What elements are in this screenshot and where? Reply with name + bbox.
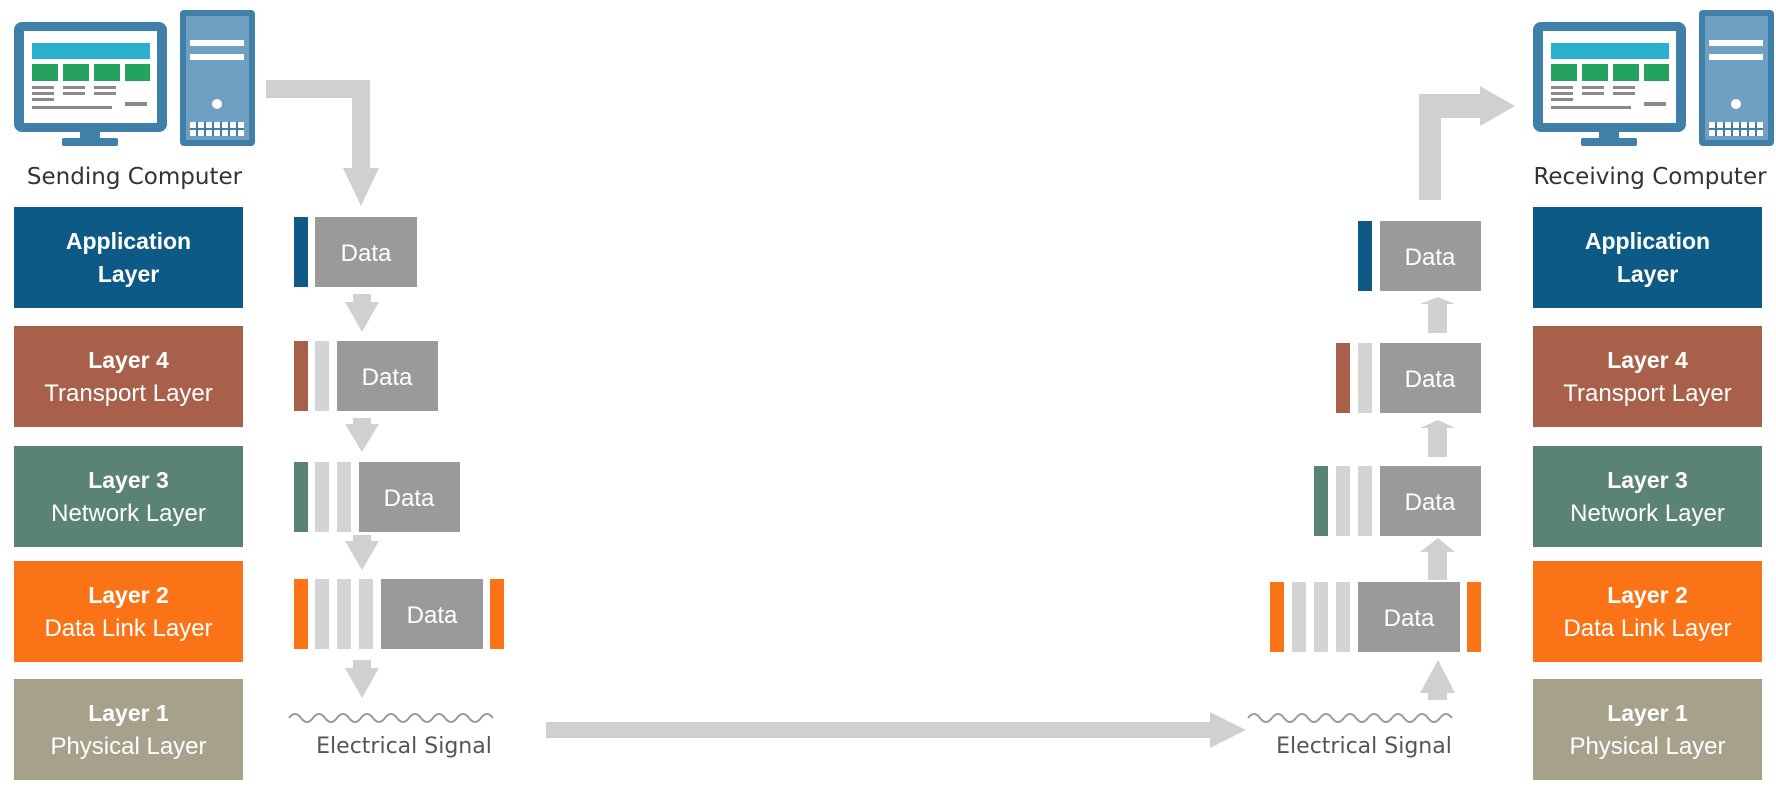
layer-subtitle: Network Layer: [1570, 499, 1725, 527]
up-arrow: [1420, 420, 1455, 457]
receiver-transport-layer: Layer 4 Transport Layer: [1533, 326, 1762, 427]
sender-signal-wave: [288, 713, 494, 723]
layer-subtitle: Transport Layer: [44, 379, 213, 407]
layer-title: Layer 3: [88, 466, 169, 493]
sender-packet-network: Data: [294, 462, 460, 532]
layer-title: Layer 2: [88, 581, 169, 608]
receiver-physical-layer: Layer 1 Physical Layer: [1533, 679, 1762, 780]
layer-subtitle: Network Layer: [51, 499, 206, 527]
layer-subtitle: Layer: [1616, 260, 1679, 287]
data-label: Data: [1384, 605, 1435, 632]
layer-title: Layer 1: [88, 699, 169, 726]
layer-title: Layer 4: [88, 346, 169, 373]
sender-transport-layer: Layer 4 Transport Layer: [14, 326, 243, 427]
data-label: Data: [1405, 244, 1456, 271]
data-label: Data: [407, 602, 458, 629]
receiving-computer-label: Receiving Computer: [1533, 164, 1767, 190]
sender-physical-layer: Layer 1 Physical Layer: [14, 679, 243, 780]
receiver-packet-datalink: Data: [1270, 582, 1481, 652]
layer-title: Layer 4: [1607, 346, 1688, 373]
receiver-application-layer: Application Layer: [1533, 207, 1762, 308]
sender-network-layer: Layer 3 Network Layer: [14, 446, 243, 547]
receiver-datalink-layer: Layer 2 Data Link Layer: [1533, 561, 1762, 662]
down-arrow: [345, 535, 379, 570]
layer-subtitle: Physical Layer: [50, 732, 207, 760]
layer-title: Application: [65, 227, 192, 254]
sending-computer-label: Sending Computer: [26, 164, 243, 190]
up-arrow: [1420, 297, 1455, 333]
data-label: Data: [1405, 366, 1456, 393]
data-label: Data: [362, 364, 413, 391]
layer-title: Layer 3: [1607, 466, 1688, 493]
receiver-packet-network: Data: [1314, 466, 1481, 536]
sender-packet-transport: Data: [294, 341, 438, 411]
sender-datalink-layer: Layer 2 Data Link Layer: [14, 561, 243, 662]
up-arrow: [1420, 660, 1455, 700]
receive-elbow-arrow: [1419, 86, 1515, 200]
layer-subtitle: Transport Layer: [1563, 379, 1732, 407]
send-elbow-arrow: [266, 80, 379, 206]
receiver-packet-application: Data: [1358, 221, 1481, 291]
layer-subtitle: Physical Layer: [1569, 732, 1726, 760]
receiver-network-layer: Layer 3 Network Layer: [1533, 446, 1762, 547]
receiver-packet-transport: Data: [1336, 343, 1481, 413]
receiver-signal-wave: [1247, 713, 1453, 723]
receiving-computer-icon: [1533, 10, 1774, 146]
sending-computer-icon: [14, 10, 255, 146]
down-arrow: [345, 418, 379, 452]
layer-title: Layer 1: [1607, 699, 1688, 726]
receiver-signal-label: Electrical Signal: [1276, 734, 1452, 759]
sender-signal-label: Electrical Signal: [316, 734, 492, 759]
layer-subtitle: Layer: [97, 260, 160, 287]
sender-packet-datalink: Data: [294, 579, 504, 649]
data-label: Data: [341, 240, 392, 267]
layer-title: Application: [1584, 227, 1711, 254]
layer-title: Layer 2: [1607, 581, 1688, 608]
layer-subtitle: Data Link Layer: [44, 614, 213, 642]
transmission-arrow: [546, 712, 1246, 748]
data-label: Data: [1405, 489, 1456, 516]
sender-packet-application: Data: [294, 217, 417, 287]
up-arrow: [1420, 538, 1455, 580]
down-arrow: [345, 660, 379, 698]
data-label: Data: [384, 485, 435, 512]
sender-application-layer: Application Layer: [14, 207, 243, 308]
layer-subtitle: Data Link Layer: [1563, 614, 1732, 642]
down-arrow: [345, 294, 379, 332]
